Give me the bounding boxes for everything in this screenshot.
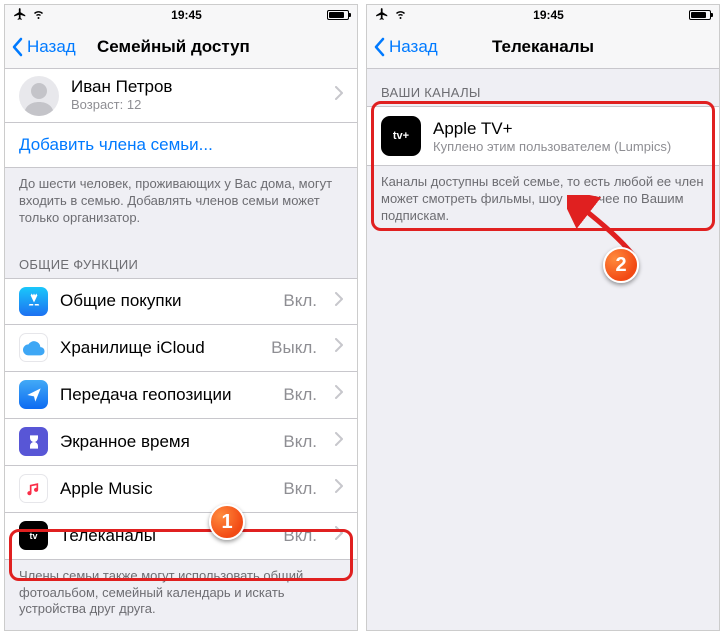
back-label: Назад (389, 37, 438, 57)
row-label: Экранное время (60, 432, 271, 452)
row-state: Вкл. (283, 479, 317, 499)
airplane-icon (13, 7, 27, 24)
channels-footnote: Каналы доступны всей семье, то есть любо… (367, 166, 719, 239)
chevron-right-icon (335, 479, 343, 498)
icloud-icon (19, 333, 48, 362)
battery-icon (689, 10, 711, 20)
status-bar: 19:45 (5, 5, 357, 25)
screentime-icon (19, 427, 48, 456)
chevron-right-icon (335, 338, 343, 357)
screen-family-sharing: 19:45 Назад Семейный доступ Иван Петров … (4, 4, 358, 631)
location-icon (19, 380, 48, 409)
row-state: Вкл. (283, 526, 317, 546)
row-apple-music[interactable]: Apple Music Вкл. (5, 466, 357, 513)
add-family-member-button[interactable]: Добавить члена семьи... (5, 123, 357, 168)
back-button[interactable]: Назад (373, 37, 438, 57)
airplane-icon (375, 7, 389, 24)
chevron-right-icon (335, 292, 343, 311)
row-label: Apple Music (60, 479, 271, 499)
chevron-right-icon (335, 432, 343, 451)
row-icloud[interactable]: Хранилище iCloud Выкл. (5, 325, 357, 372)
chevron-right-icon (335, 86, 343, 105)
status-bar: 19:45 (367, 5, 719, 25)
group-header-shared: ОБЩИЕ ФУНКЦИИ (5, 241, 357, 278)
group-header-channels: ВАШИ КАНАЛЫ (367, 69, 719, 106)
back-button[interactable]: Назад (11, 37, 76, 57)
bottom-footnote: Члены семьи также могут использовать общ… (5, 560, 357, 630)
row-tv-channels[interactable]: tv Телеканалы Вкл. (5, 513, 357, 560)
back-label: Назад (27, 37, 76, 57)
family-footnote: До шести человек, проживающих у Вас дома… (5, 168, 357, 241)
channel-apple-tv-plus[interactable]: tv+ Apple TV+ Куплено этим пользователем… (367, 106, 719, 166)
apple-tv-plus-icon: tv+ (381, 116, 421, 156)
row-state: Вкл. (283, 291, 317, 311)
chevron-right-icon (335, 385, 343, 404)
battery-icon (327, 10, 349, 20)
appstore-icon (19, 287, 48, 316)
navigation-bar: Назад Семейный доступ (5, 25, 357, 69)
content-area: ВАШИ КАНАЛЫ tv+ Apple TV+ Куплено этим п… (367, 69, 719, 630)
navigation-bar: Назад Телеканалы (367, 25, 719, 69)
row-purchases[interactable]: Общие покупки Вкл. (5, 278, 357, 325)
row-state: Выкл. (271, 338, 317, 358)
screen-tv-channels: 19:45 Назад Телеканалы ВАШИ КАНАЛЫ tv+ A… (366, 4, 720, 631)
row-label: Телеканалы (60, 526, 271, 546)
chevron-right-icon (335, 526, 343, 545)
channel-subtitle: Куплено этим пользователем (Lumpics) (433, 139, 671, 154)
apple-music-icon (19, 474, 48, 503)
row-label: Общие покупки (60, 291, 271, 311)
row-label: Передача геопозиции (60, 385, 271, 405)
row-state: Вкл. (283, 432, 317, 452)
family-member-row[interactable]: Иван Петров Возраст: 12 (5, 69, 357, 123)
wifi-icon (393, 8, 408, 23)
avatar (19, 76, 59, 116)
row-label: Хранилище iCloud (60, 338, 259, 358)
member-age: Возраст: 12 (71, 97, 172, 112)
wifi-icon (31, 8, 46, 23)
channel-title: Apple TV+ (433, 119, 671, 139)
row-screentime[interactable]: Экранное время Вкл. (5, 419, 357, 466)
content-area: Иван Петров Возраст: 12 Добавить члена с… (5, 69, 357, 630)
status-time: 19:45 (171, 8, 202, 22)
row-state: Вкл. (283, 385, 317, 405)
status-time: 19:45 (533, 8, 564, 22)
step-badge-2: 2 (603, 247, 639, 283)
row-location[interactable]: Передача геопозиции Вкл. (5, 372, 357, 419)
tv-icon: tv (19, 521, 48, 550)
member-name: Иван Петров (71, 79, 172, 97)
